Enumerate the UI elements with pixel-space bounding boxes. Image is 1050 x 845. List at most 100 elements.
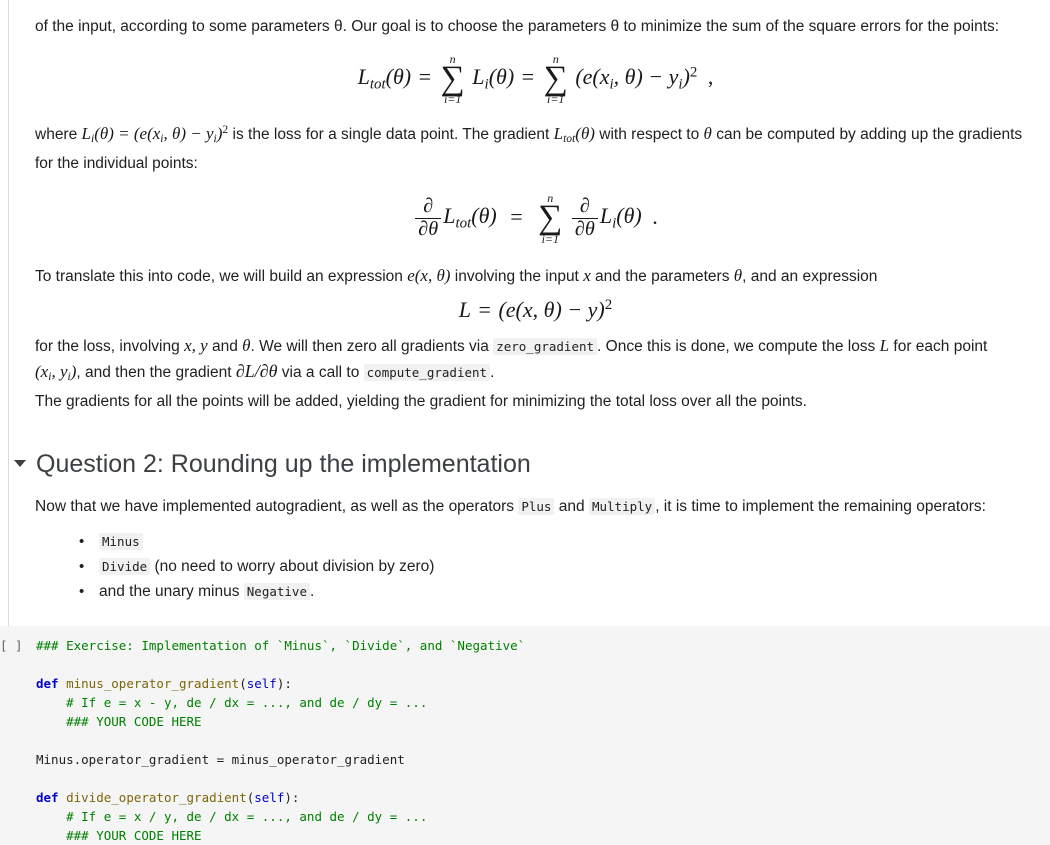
code-cell-source[interactable]: [ ] ### Exercise: Implementation of `Minu…	[0, 636, 1050, 845]
loss-text-4: . Once this is done, we compute the loss	[597, 337, 876, 355]
sigma-glyph: ∑	[440, 60, 465, 97]
code-token-self: self	[254, 789, 285, 805]
code-token-comment: # If e = x - y, de / dx = ..., and de / …	[66, 694, 428, 710]
eq2-rhs: L	[599, 203, 613, 229]
code-line: # If e = x - y, de / dx = ..., and de / …	[0, 693, 1050, 712]
eq1-sum2-bot: i=1	[546, 92, 565, 107]
eq2-lhs-sub: tot	[455, 215, 472, 232]
translate-inline-math-3: θ	[733, 265, 743, 285]
section-header-question-2[interactable]: Question 2: Rounding up the implementati…	[0, 444, 1050, 484]
intro-paragraph: of the input, according to some paramete…	[35, 14, 1036, 39]
eq2-lhs: L	[443, 203, 456, 229]
markdown-cell-intro[interactable]: of the input, according to some paramete…	[0, 0, 1050, 414]
eq3-body: (e(x, θ) − y)	[498, 296, 605, 322]
translate-paragraph: To translate this into code, we will bui…	[35, 263, 1036, 289]
code-token-comment: ### Exercise: Implementation of `Minus`,…	[36, 637, 526, 653]
code-token-plain: Minus.operator_gradient = minus_operator…	[36, 751, 405, 767]
inline-code-zero-gradient: zero_gradient	[493, 337, 598, 355]
code-token-self: self	[246, 675, 277, 691]
q2-text-1: Now that we have implemented autogradien…	[35, 497, 515, 515]
inline-code-multiply: Multiply	[588, 497, 656, 515]
eq1-trailer: ,	[707, 64, 714, 90]
loss-text-3: . We will then zero all gradients via	[250, 337, 489, 355]
code-token-plain: ):	[276, 675, 292, 691]
eq1-lhs-sub: tot	[369, 76, 386, 93]
eq1-lhs: L	[357, 64, 370, 90]
display-equation-2: ∂ ∂θ Ltot(θ) = n ∑ i=1 ∂ ∂θ Li(θ) .	[35, 192, 1036, 245]
question2-intro-paragraph: Now that we have implemented autogradien…	[35, 494, 1036, 519]
inline-code-negative: Negative	[243, 582, 310, 600]
translate-text-2: involving the input	[454, 267, 579, 285]
code-line: def minus_operator_gradient(self):	[0, 674, 1050, 693]
code-line: Minus.operator_gradient = minus_operator…	[0, 750, 1050, 769]
eq2-equals: =	[510, 203, 523, 229]
eq1-summation-1: n ∑ i=1	[441, 53, 465, 105]
where-text-1: where	[35, 126, 78, 144]
list-item-text: (no need to worry about division by zero…	[150, 557, 435, 575]
inline-code-plus: Plus	[518, 497, 555, 515]
eq2-partial-frac-rhs: ∂ ∂θ	[571, 195, 598, 241]
q2-text-2: and	[558, 497, 585, 515]
where-text-2: is the loss for a single data point. The…	[232, 126, 550, 144]
code-line: def divide_operator_gradient(self):	[0, 788, 1050, 807]
where-inline-math-3: θ	[703, 124, 712, 144]
eq2-rhs-arg: (θ)	[616, 203, 642, 229]
translate-text-1: To translate this into code, we will bui…	[35, 267, 403, 285]
display-equation-1: Ltot(θ) = n ∑ i=1 Li(θ) = n ∑ i=1 (e(xi,…	[35, 53, 1036, 105]
code-token-comment: ### YOUR CODE HERE	[66, 713, 202, 729]
loss-inline-math-1: x, y	[184, 335, 208, 355]
display-equation-3: L = (e(x, θ) − y)2	[35, 297, 1036, 323]
list-item: and the unary minus Negative.	[79, 579, 1036, 604]
translate-text-4: , and an expression	[742, 267, 878, 285]
list-item-pretext: and the unary minus	[99, 582, 244, 600]
loss-text-8: .	[490, 363, 495, 381]
execution-prompt[interactable]: [ ]	[0, 636, 36, 655]
notebook-page: of the input, according to some paramete…	[0, 0, 1050, 845]
loss-text-1: for the loss, involving	[35, 337, 180, 355]
eq3-equals: =	[478, 296, 491, 322]
eq1-sum1-bot: i=1	[443, 92, 462, 107]
inline-code-minus: Minus	[99, 532, 143, 550]
eq2-partial-frac-lhs: ∂ ∂θ	[415, 195, 442, 241]
eq1-term2: (e(x	[575, 64, 610, 90]
loss-inline-math-5: ∂L/∂θ	[235, 360, 278, 381]
gradients-summary-paragraph: The gradients for all the points will be…	[35, 392, 807, 410]
loss-text-5: for each point	[893, 337, 988, 355]
sigma-glyph: ∑	[538, 199, 563, 237]
code-cell[interactable]: [ ] ### Exercise: Implementation of `Minu…	[0, 625, 1050, 845]
eq3-lhs: L	[458, 296, 472, 322]
loss-text-7: via a call to	[281, 363, 360, 381]
code-line: ### YOUR CODE HERE	[0, 712, 1050, 731]
code-token-keyword: def	[36, 789, 59, 805]
eq2-summation: n ∑ i=1	[538, 192, 562, 244]
eq1-summation-2: n ∑ i=1	[544, 53, 568, 105]
eq1-term1: L	[472, 64, 485, 90]
code-line: # If e = x / y, de / dx = ..., and de / …	[0, 807, 1050, 826]
loss-inline-math-2: θ	[242, 335, 251, 355]
where-inline-math-1: Li(θ) = (e(xi, θ) − yi)2	[81, 123, 229, 146]
eq1-term2-mid: , θ) − y	[613, 64, 679, 90]
code-token-comment: # If e = x / y, de / dx = ..., and de / …	[66, 808, 428, 824]
list-item: Minus	[79, 529, 1036, 554]
page-title: Question 2: Rounding up the implementati…	[36, 449, 531, 478]
intro-line: of the input, according to some paramete…	[35, 18, 1000, 35]
triangle-down-icon[interactable]	[14, 460, 26, 468]
eq2-trailer: .	[652, 203, 658, 229]
eq1-equals: =	[418, 64, 432, 90]
code-token-plain: ):	[284, 789, 300, 805]
eq1-term2-close: )	[682, 64, 690, 90]
eq1-term1-arg: (θ)	[488, 64, 515, 90]
markdown-cell-question-2[interactable]: Now that we have implemented autogradien…	[0, 494, 1050, 604]
translate-inline-math-2: x	[583, 265, 591, 285]
eq1-lhs-arg: (θ)	[385, 64, 412, 90]
loss-paragraph: for the loss, involving x, y and θ. We w…	[35, 333, 1036, 389]
sigma-glyph: ∑	[543, 60, 568, 97]
code-token-comment: ### YOUR CODE HERE	[66, 827, 202, 843]
operators-list: Minus Divide (no need to worry about div…	[35, 529, 1036, 604]
